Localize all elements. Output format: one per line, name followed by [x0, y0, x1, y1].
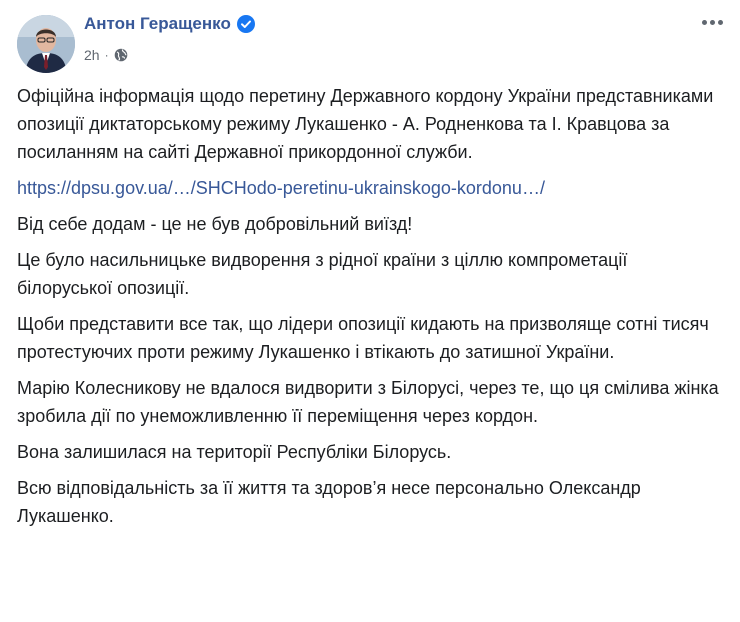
verified-badge-icon [236, 15, 255, 33]
author-name[interactable]: Антон Геращенко [84, 14, 255, 34]
globe-icon[interactable] [114, 48, 128, 62]
post-paragraph: Це було насильницьке видворення з рідної… [17, 250, 628, 298]
profile-photo [17, 15, 75, 73]
post-paragraph: Всю відповідальність за її життя та здор… [17, 478, 641, 526]
post-link[interactable]: https://dpsu.gov.ua/…/SHCHodo-peretinu-u… [17, 178, 545, 198]
post-paragraph: Марію Колесникову не вдалося видворити з… [17, 378, 719, 426]
meta-separator: · [104, 48, 109, 62]
more-options-icon[interactable] [698, 14, 726, 30]
author-name-text[interactable]: Антон Геращенко [84, 14, 231, 34]
post-paragraph: Від себе додам - це не був добровільний … [17, 214, 413, 234]
post-meta: 2h · [84, 47, 128, 63]
post-body: Офіційна інформація щодо перетину Держав… [17, 82, 727, 538]
post-timestamp[interactable]: 2h [84, 47, 100, 63]
avatar[interactable] [17, 15, 75, 73]
post-paragraph: Щоби представити все так, що лідери опоз… [17, 314, 709, 362]
post-paragraph: Вона залишилася на території Республіки … [17, 442, 452, 462]
facebook-post: Антон Геращенко 2h · Офіційна інформація… [0, 0, 740, 622]
post-paragraph: Офіційна інформація щодо перетину Держав… [17, 86, 714, 162]
